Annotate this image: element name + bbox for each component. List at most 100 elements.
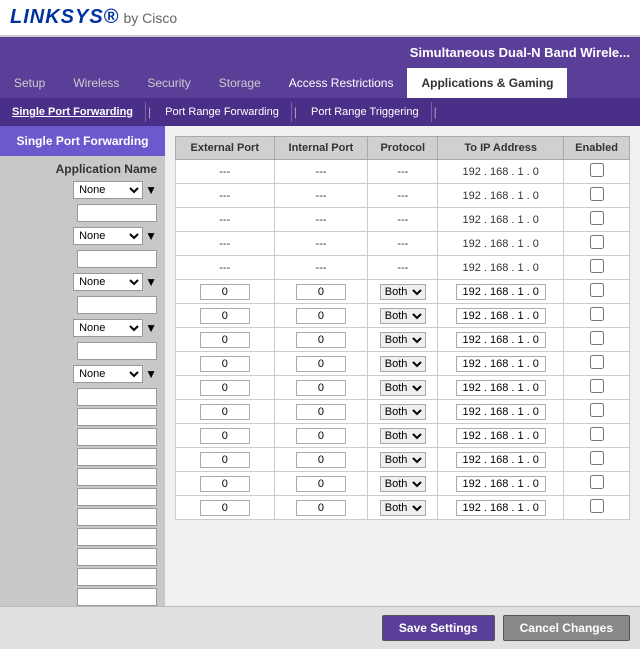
proto-cell[interactable]: BothTCPUDP bbox=[368, 424, 438, 448]
ext-port-input[interactable] bbox=[200, 356, 250, 372]
sidebar-input-13[interactable] bbox=[77, 568, 157, 586]
proto-select[interactable]: BothTCPUDP bbox=[380, 380, 426, 396]
enabled-cell[interactable] bbox=[564, 208, 630, 232]
enabled-cell[interactable] bbox=[564, 304, 630, 328]
ext-port-cell[interactable] bbox=[176, 424, 275, 448]
proto-select[interactable]: BothTCPUDP bbox=[380, 356, 426, 372]
ip-cell[interactable] bbox=[438, 280, 564, 304]
enabled-checkbox[interactable] bbox=[590, 163, 604, 177]
proto-select[interactable]: BothTCPUDP bbox=[380, 476, 426, 492]
enabled-cell[interactable] bbox=[564, 472, 630, 496]
int-port-cell[interactable] bbox=[274, 280, 368, 304]
proto-select[interactable]: BothTCPUDP bbox=[380, 500, 426, 516]
ext-port-cell[interactable] bbox=[176, 304, 275, 328]
int-port-input[interactable] bbox=[296, 428, 346, 444]
enabled-cell[interactable] bbox=[564, 184, 630, 208]
proto-cell[interactable]: BothTCPUDP bbox=[368, 448, 438, 472]
sidebar-input-7[interactable] bbox=[77, 448, 157, 466]
ip-input[interactable] bbox=[456, 356, 546, 372]
enabled-cell[interactable] bbox=[564, 280, 630, 304]
ext-port-input[interactable] bbox=[200, 332, 250, 348]
int-port-input[interactable] bbox=[296, 404, 346, 420]
ext-port-input[interactable] bbox=[200, 452, 250, 468]
int-port-cell[interactable] bbox=[274, 496, 368, 520]
enabled-checkbox[interactable] bbox=[590, 307, 604, 321]
tab-setup[interactable]: Setup bbox=[0, 68, 59, 98]
int-port-cell[interactable] bbox=[274, 376, 368, 400]
proto-select[interactable]: BothTCPUDP bbox=[380, 452, 426, 468]
ip-input[interactable] bbox=[456, 404, 546, 420]
proto-cell[interactable]: BothTCPUDP bbox=[368, 280, 438, 304]
sidebar-input-3[interactable] bbox=[77, 342, 157, 360]
enabled-cell[interactable] bbox=[564, 496, 630, 520]
ext-port-cell[interactable] bbox=[176, 376, 275, 400]
int-port-cell[interactable] bbox=[274, 448, 368, 472]
enabled-cell[interactable] bbox=[564, 352, 630, 376]
ext-port-input[interactable] bbox=[200, 380, 250, 396]
ext-port-cell[interactable] bbox=[176, 472, 275, 496]
ip-cell[interactable] bbox=[438, 328, 564, 352]
enabled-checkbox[interactable] bbox=[590, 379, 604, 393]
int-port-cell[interactable] bbox=[274, 472, 368, 496]
int-port-cell[interactable] bbox=[274, 400, 368, 424]
enabled-checkbox[interactable] bbox=[590, 187, 604, 201]
ext-port-cell[interactable] bbox=[176, 496, 275, 520]
int-port-input[interactable] bbox=[296, 380, 346, 396]
enabled-cell[interactable] bbox=[564, 328, 630, 352]
enabled-checkbox[interactable] bbox=[590, 211, 604, 225]
int-port-cell[interactable] bbox=[274, 304, 368, 328]
int-port-cell[interactable] bbox=[274, 328, 368, 352]
proto-cell[interactable]: BothTCPUDP bbox=[368, 376, 438, 400]
tab-security[interactable]: Security bbox=[133, 68, 204, 98]
subnav-single-port-forwarding[interactable]: Single Port Forwarding bbox=[0, 102, 146, 122]
int-port-input[interactable] bbox=[296, 284, 346, 300]
enabled-checkbox[interactable] bbox=[590, 355, 604, 369]
ip-input[interactable] bbox=[456, 500, 546, 516]
enabled-checkbox[interactable] bbox=[590, 499, 604, 513]
subnav-port-range-forwarding[interactable]: Port Range Forwarding bbox=[153, 102, 292, 122]
ip-cell[interactable] bbox=[438, 424, 564, 448]
ext-port-cell[interactable] bbox=[176, 400, 275, 424]
sidebar-input-1[interactable] bbox=[77, 250, 157, 268]
enabled-checkbox[interactable] bbox=[590, 403, 604, 417]
ip-input[interactable] bbox=[456, 476, 546, 492]
sidebar-input-6[interactable] bbox=[77, 428, 157, 446]
ip-cell[interactable] bbox=[438, 472, 564, 496]
enabled-cell[interactable] bbox=[564, 256, 630, 280]
ext-port-cell[interactable] bbox=[176, 352, 275, 376]
int-port-cell[interactable] bbox=[274, 424, 368, 448]
proto-cell[interactable]: BothTCPUDP bbox=[368, 352, 438, 376]
sidebar-input-12[interactable] bbox=[77, 548, 157, 566]
ext-port-input[interactable] bbox=[200, 284, 250, 300]
tab-applications-gaming[interactable]: Applications & Gaming bbox=[407, 68, 567, 98]
enabled-cell[interactable] bbox=[564, 232, 630, 256]
proto-cell[interactable]: BothTCPUDP bbox=[368, 304, 438, 328]
ext-port-input[interactable] bbox=[200, 404, 250, 420]
ip-input[interactable] bbox=[456, 380, 546, 396]
ip-cell[interactable] bbox=[438, 376, 564, 400]
proto-cell[interactable]: BothTCPUDP bbox=[368, 496, 438, 520]
ext-port-cell[interactable] bbox=[176, 448, 275, 472]
enabled-checkbox[interactable] bbox=[590, 259, 604, 273]
sidebar-input-11[interactable] bbox=[77, 528, 157, 546]
tab-access-restrictions[interactable]: Access Restrictions bbox=[275, 68, 408, 98]
sidebar-select-2[interactable]: None bbox=[73, 273, 143, 291]
proto-select[interactable]: BothTCPUDP bbox=[380, 404, 426, 420]
proto-cell[interactable]: BothTCPUDP bbox=[368, 472, 438, 496]
enabled-checkbox[interactable] bbox=[590, 331, 604, 345]
subnav-port-range-triggering[interactable]: Port Range Triggering bbox=[299, 102, 432, 122]
save-settings-button[interactable]: Save Settings bbox=[382, 615, 495, 641]
sidebar-input-4[interactable] bbox=[77, 388, 157, 406]
ext-port-input[interactable] bbox=[200, 308, 250, 324]
int-port-input[interactable] bbox=[296, 476, 346, 492]
sidebar-input-0[interactable] bbox=[77, 204, 157, 222]
int-port-input[interactable] bbox=[296, 332, 346, 348]
ext-port-input[interactable] bbox=[200, 500, 250, 516]
int-port-input[interactable] bbox=[296, 452, 346, 468]
sidebar-select-4[interactable]: None bbox=[73, 365, 143, 383]
ip-cell[interactable] bbox=[438, 496, 564, 520]
ip-input[interactable] bbox=[456, 332, 546, 348]
int-port-cell[interactable] bbox=[274, 352, 368, 376]
sidebar-input-5[interactable] bbox=[77, 408, 157, 426]
ip-cell[interactable] bbox=[438, 448, 564, 472]
